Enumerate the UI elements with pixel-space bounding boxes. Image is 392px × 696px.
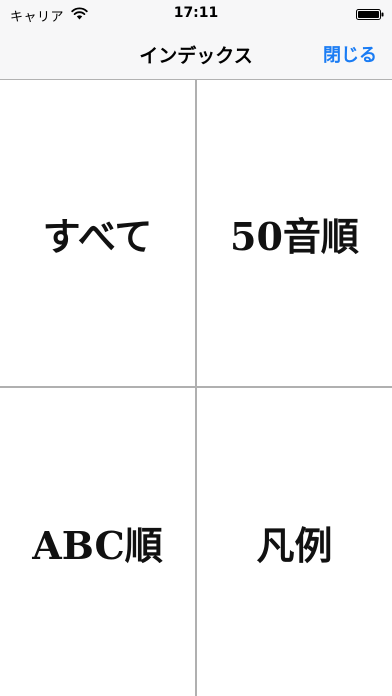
index-all-button[interactable]: すべて <box>0 80 195 386</box>
index-grid: すべて 50音順 ABC順 凡例 <box>0 80 392 696</box>
index-legend-label: 凡例 <box>256 522 333 568</box>
index-kana-order-label: 50音順 <box>230 213 359 259</box>
index-kana-order-button[interactable]: 50音順 <box>197 80 392 386</box>
app-screen: キャリア 17:11 インデックス 閉じる すべて 50音順 ABC順 凡例 <box>0 0 392 696</box>
close-button[interactable]: 閉じる <box>323 41 377 67</box>
index-all-label: すべて <box>42 213 153 259</box>
top-chrome: キャリア 17:11 インデックス 閉じる <box>0 0 392 80</box>
index-abc-order-button[interactable]: ABC順 <box>0 388 195 696</box>
index-abc-order-label: ABC順 <box>32 522 163 568</box>
status-bar: キャリア 17:11 <box>0 0 392 28</box>
battery-icon <box>356 9 384 20</box>
navigation-bar: インデックス 閉じる <box>0 28 392 79</box>
status-time: 17:11 <box>173 5 219 21</box>
index-legend-button[interactable]: 凡例 <box>197 388 392 696</box>
